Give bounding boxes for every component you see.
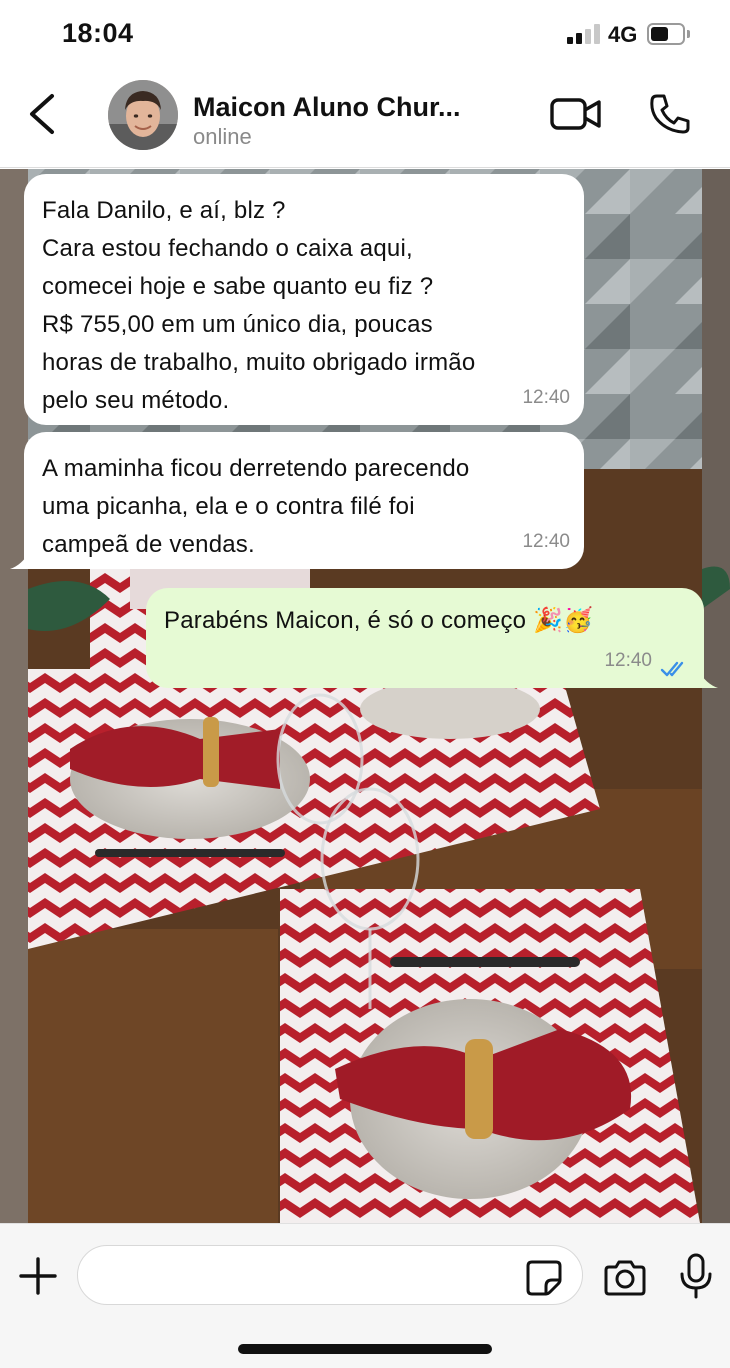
status-time: 18:04 [62, 18, 134, 48]
double-check-read-icon [660, 661, 684, 677]
message-time: 12:40 [604, 650, 652, 671]
signal-icon [567, 24, 603, 44]
battery-tip [687, 30, 690, 38]
contact-name[interactable]: Maicon Aluno Chur... [193, 92, 461, 123]
message-bubble-outgoing[interactable]: Parabéns Maicon, é só o começo 🎉🥳 12:40 [146, 588, 718, 688]
chat-background: Fala Danilo, e aí, blz ? Cara estou fech… [0, 169, 730, 1223]
message-time: 12:40 [522, 387, 570, 408]
message-text: Fala Danilo, e aí, blz ? Cara estou fech… [42, 197, 476, 414]
microphone-icon[interactable] [676, 1252, 716, 1300]
video-call-icon[interactable] [550, 94, 602, 134]
chat-header: Maicon Aluno Chur... online [0, 68, 730, 168]
back-icon[interactable] [20, 90, 64, 138]
message-input-bar [0, 1223, 730, 1368]
contact-avatar[interactable] [108, 80, 178, 150]
network-label: 4G [608, 22, 638, 47]
message-bubble-incoming[interactable]: Fala Danilo, e aí, blz ? Cara estou fech… [24, 174, 584, 425]
contact-status: online [193, 124, 252, 149]
bubble-tail [698, 670, 718, 688]
plus-icon[interactable] [18, 1256, 58, 1296]
bubble-tail [10, 551, 30, 569]
phone-icon[interactable] [648, 92, 692, 136]
message-input[interactable] [77, 1245, 583, 1305]
status-bar: 18:04 4G [0, 0, 730, 68]
battery-icon [647, 23, 685, 45]
camera-icon[interactable] [602, 1258, 648, 1298]
home-indicator [238, 1344, 492, 1354]
sticker-icon[interactable] [524, 1258, 564, 1298]
message-text: Parabéns Maicon, é só o começo 🎉🥳 [164, 607, 594, 634]
message-text: A maminha ficou derretendo parecendo uma… [42, 455, 470, 558]
message-time: 12:40 [522, 531, 570, 552]
message-bubble-incoming[interactable]: A maminha ficou derretendo parecendo uma… [10, 432, 584, 569]
